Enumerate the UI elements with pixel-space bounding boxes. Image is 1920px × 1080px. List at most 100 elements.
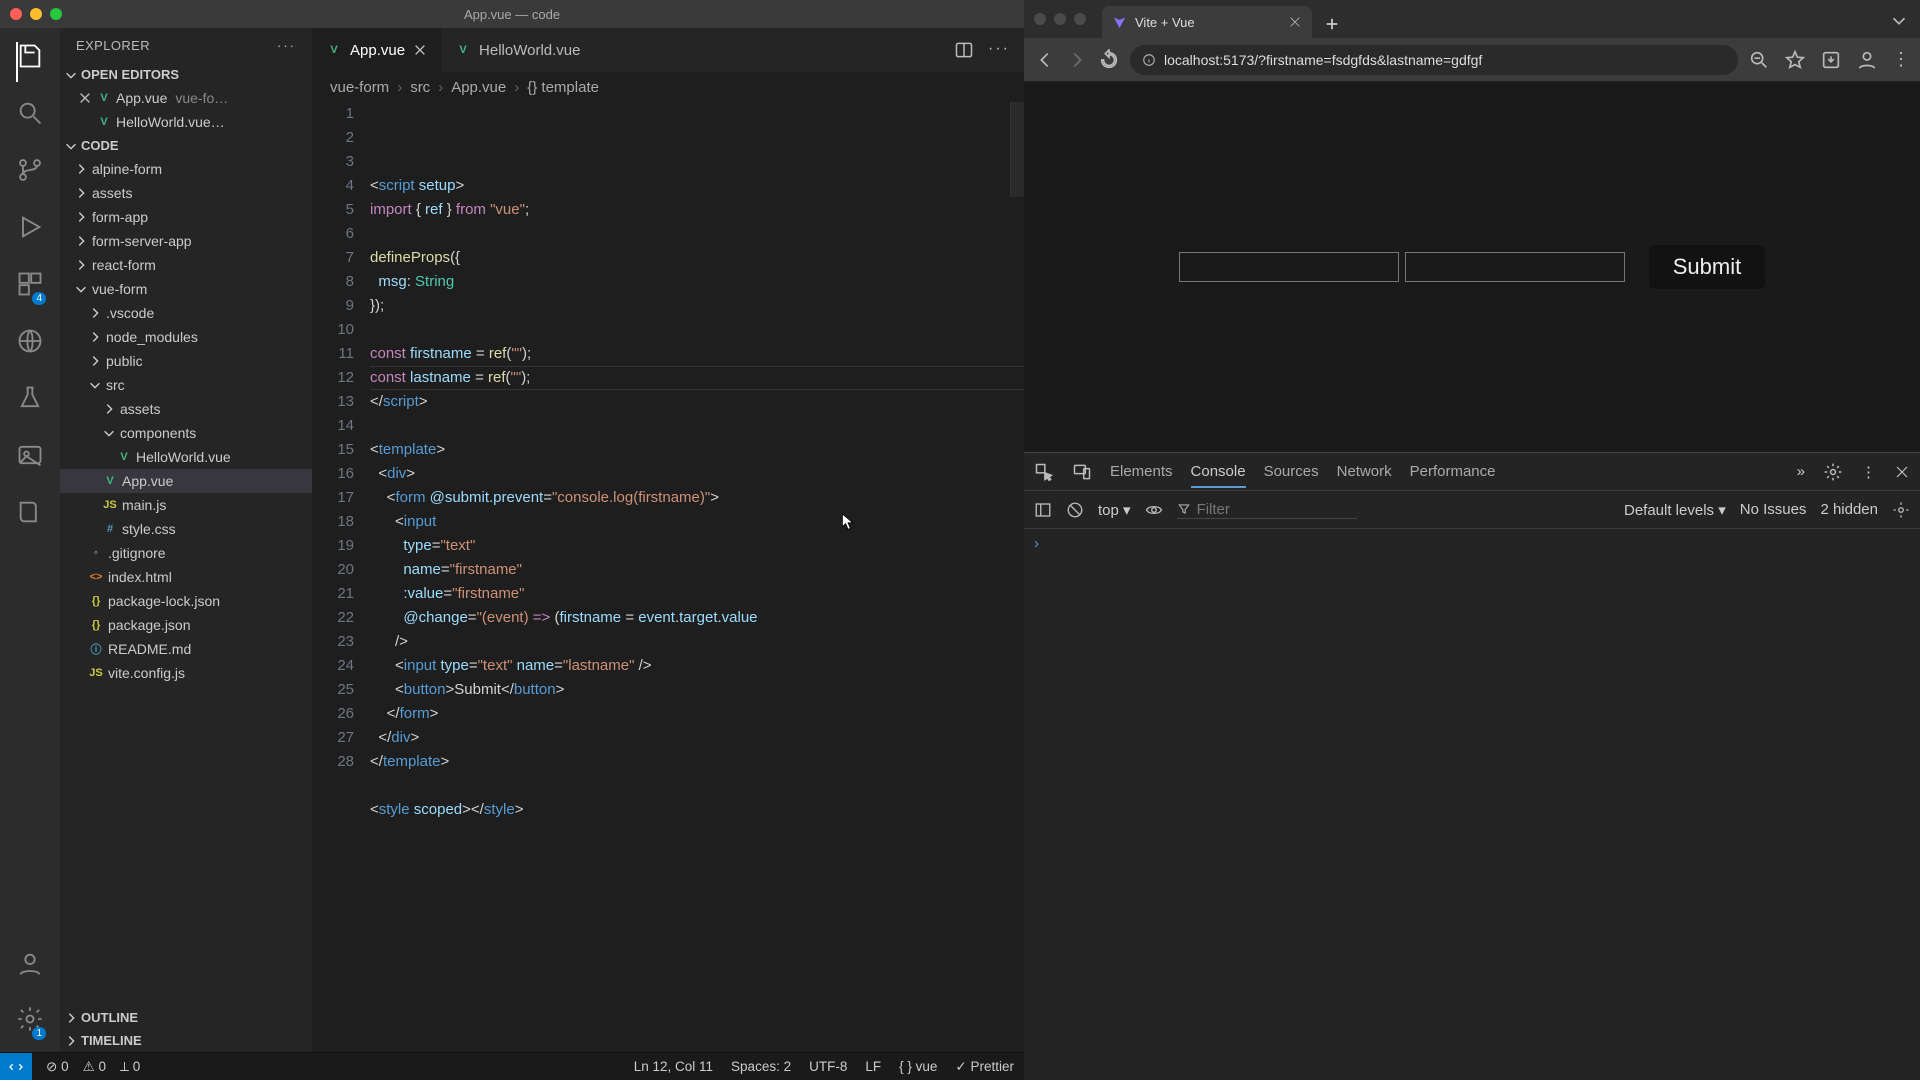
zoom-icon[interactable] bbox=[1748, 49, 1770, 71]
status-language[interactable]: { } vue bbox=[899, 1059, 937, 1075]
breadcrumb-item[interactable]: src bbox=[410, 79, 430, 96]
code-line[interactable]: </script> bbox=[370, 390, 1024, 414]
code-line[interactable]: <button>Submit</button> bbox=[370, 678, 1024, 702]
code-line[interactable]: @change="(event) => (firstname = event.t… bbox=[370, 606, 1024, 630]
code-line[interactable] bbox=[370, 774, 1024, 798]
folder-item[interactable]: src bbox=[60, 373, 312, 397]
code-line[interactable]: name="firstname" bbox=[370, 558, 1024, 582]
traffic-minimize[interactable] bbox=[1054, 13, 1066, 25]
code-line[interactable]: const firstname = ref(""); bbox=[370, 342, 1024, 366]
folder-item[interactable]: node_modules bbox=[60, 325, 312, 349]
sidebar-toggle-icon[interactable] bbox=[1034, 501, 1052, 519]
devtools-tab-console[interactable]: Console bbox=[1191, 463, 1246, 488]
code-line[interactable] bbox=[370, 822, 1024, 846]
code-line[interactable]: import { ref } from "vue"; bbox=[370, 198, 1024, 222]
log-levels[interactable]: Default levels ▾ bbox=[1624, 501, 1726, 519]
traffic-zoom[interactable] bbox=[1074, 13, 1086, 25]
code-editor[interactable]: 1234567891011121314151617181920212223242… bbox=[312, 102, 1024, 1052]
devtools-tab-network[interactable]: Network bbox=[1337, 463, 1392, 480]
code-line[interactable]: /> bbox=[370, 630, 1024, 654]
folder-item[interactable]: assets bbox=[60, 397, 312, 421]
browser-tab[interactable]: Vite + Vue bbox=[1102, 6, 1312, 38]
activity-media[interactable] bbox=[16, 441, 44, 474]
open-editor-item[interactable]: VHelloWorld.vue… bbox=[60, 110, 312, 134]
file-item[interactable]: ⓘREADME.md bbox=[60, 637, 312, 661]
device-icon[interactable] bbox=[1072, 462, 1092, 482]
breadcrumb-item[interactable]: App.vue bbox=[451, 79, 506, 96]
code-line[interactable]: }); bbox=[370, 294, 1024, 318]
code-line[interactable]: <input bbox=[370, 510, 1024, 534]
folder-item[interactable]: react-form bbox=[60, 253, 312, 277]
issues-status[interactable]: No Issues bbox=[1740, 501, 1807, 518]
remote-indicator[interactable] bbox=[0, 1053, 32, 1080]
activity-scm[interactable] bbox=[16, 156, 44, 189]
new-tab-button[interactable] bbox=[1318, 10, 1346, 38]
close-icon[interactable] bbox=[1288, 15, 1302, 29]
kebab-icon[interactable]: ⋮ bbox=[1892, 49, 1910, 70]
breadcrumb-item[interactable]: {} template bbox=[527, 79, 599, 96]
chevron-down-icon[interactable] bbox=[1888, 10, 1910, 32]
close-icon[interactable] bbox=[1894, 464, 1910, 480]
code-line[interactable] bbox=[370, 414, 1024, 438]
file-item[interactable]: VApp.vue bbox=[60, 469, 312, 493]
profile-icon[interactable] bbox=[1856, 49, 1878, 71]
activity-account[interactable] bbox=[16, 950, 44, 983]
inspect-icon[interactable] bbox=[1034, 462, 1054, 482]
status-eol[interactable]: LF bbox=[865, 1059, 881, 1075]
open-editors-section[interactable]: OPEN EDITORS bbox=[60, 63, 312, 86]
outline-section[interactable]: OUTLINE bbox=[60, 1006, 312, 1029]
devtools-tab-elements[interactable]: Elements bbox=[1110, 463, 1173, 480]
code-line[interactable]: <template> bbox=[370, 438, 1024, 462]
folder-item[interactable]: vue-form bbox=[60, 277, 312, 301]
hidden-count[interactable]: 2 hidden bbox=[1820, 501, 1878, 518]
devtools-tab-sources[interactable]: Sources bbox=[1264, 463, 1319, 480]
code-line[interactable]: <style scoped></style> bbox=[370, 798, 1024, 822]
editor-tab[interactable]: VApp.vue bbox=[312, 28, 441, 72]
status-position[interactable]: Ln 12, Col 11 bbox=[634, 1059, 713, 1075]
console-output[interactable]: › bbox=[1024, 529, 1920, 1080]
traffic-close[interactable] bbox=[1034, 13, 1046, 25]
code-line[interactable] bbox=[370, 222, 1024, 246]
devtools-tab-performance[interactable]: Performance bbox=[1410, 463, 1496, 480]
code-line[interactable]: <div> bbox=[370, 462, 1024, 486]
folder-item[interactable]: .vscode bbox=[60, 301, 312, 325]
kebab-icon[interactable]: ⋮ bbox=[1861, 463, 1876, 481]
activity-settings[interactable]: 1 bbox=[16, 1005, 44, 1038]
status-ports[interactable]: ⟂ 0 bbox=[120, 1059, 140, 1075]
activity-debug[interactable] bbox=[16, 213, 44, 246]
file-item[interactable]: ◦.gitignore bbox=[60, 541, 312, 565]
status-prettier[interactable]: ✓ Prettier bbox=[955, 1059, 1014, 1075]
activity-search[interactable] bbox=[16, 99, 44, 132]
split-editor-icon[interactable] bbox=[954, 40, 974, 60]
code-line[interactable]: <form @submit.prevent="console.log(first… bbox=[370, 486, 1024, 510]
back-icon[interactable] bbox=[1034, 49, 1056, 71]
traffic-minimize[interactable] bbox=[30, 8, 42, 20]
status-warnings[interactable]: ⚠ 0 bbox=[83, 1059, 106, 1075]
traffic-zoom[interactable] bbox=[50, 8, 62, 20]
code-line[interactable]: <script setup> bbox=[370, 174, 1024, 198]
code-line[interactable]: type="text" bbox=[370, 534, 1024, 558]
file-item[interactable]: #style.css bbox=[60, 517, 312, 541]
traffic-close[interactable] bbox=[10, 8, 22, 20]
file-item[interactable]: <>index.html bbox=[60, 565, 312, 589]
install-icon[interactable] bbox=[1820, 49, 1842, 71]
breadcrumbs[interactable]: vue-form›src›App.vue›{} template bbox=[312, 72, 1024, 102]
activity-extensions[interactable]: 4 bbox=[16, 270, 44, 303]
file-item[interactable]: JSmain.js bbox=[60, 493, 312, 517]
code-line[interactable]: defineProps({ bbox=[370, 246, 1024, 270]
status-spaces[interactable]: Spaces: 2 bbox=[731, 1059, 791, 1075]
live-expr-icon[interactable] bbox=[1145, 501, 1163, 519]
minimap[interactable] bbox=[1010, 102, 1024, 197]
folder-item[interactable]: form-server-app bbox=[60, 229, 312, 253]
clear-console-icon[interactable] bbox=[1066, 501, 1084, 519]
activity-explorer[interactable] bbox=[16, 42, 44, 75]
lastname-input[interactable] bbox=[1405, 252, 1625, 282]
code-line[interactable]: :value="firstname" bbox=[370, 582, 1024, 606]
file-item[interactable]: {}package.json bbox=[60, 613, 312, 637]
star-icon[interactable] bbox=[1784, 49, 1806, 71]
forward-icon[interactable] bbox=[1066, 49, 1088, 71]
activity-remote[interactable] bbox=[16, 327, 44, 360]
file-item[interactable]: JSvite.config.js bbox=[60, 661, 312, 685]
folder-item[interactable]: alpine-form bbox=[60, 157, 312, 181]
reload-icon[interactable] bbox=[1098, 49, 1120, 71]
